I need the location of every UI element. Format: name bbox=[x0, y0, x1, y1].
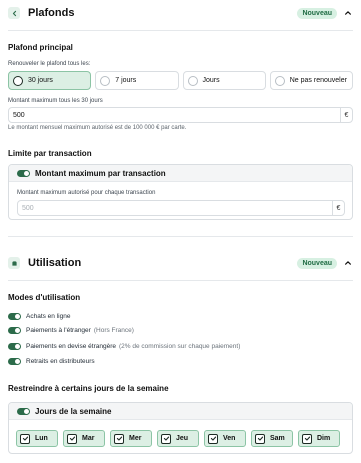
check-icon bbox=[208, 433, 218, 444]
day-checkbox-ven[interactable]: Ven bbox=[204, 430, 246, 447]
mode-label: Retraits en distributeurs bbox=[26, 358, 95, 365]
mode-sublabel: (Hors France) bbox=[93, 327, 134, 334]
mode-row: Retraits en distributeurs bbox=[8, 357, 95, 366]
mode-toggle-retraits[interactable] bbox=[8, 358, 21, 365]
renew-option-label: Jours bbox=[202, 77, 220, 84]
mode-row: Paiements à l'étranger (Hors France) bbox=[8, 326, 134, 335]
transaction-limit-card: Montant maximum par transaction Montant … bbox=[8, 164, 353, 220]
renew-options: 30 jours 7 jours Jours Ne pas renouveler bbox=[8, 71, 353, 90]
transaction-amount-field[interactable]: € bbox=[17, 200, 345, 216]
currency-suffix: € bbox=[332, 201, 344, 215]
amount-field[interactable]: 500 € bbox=[8, 107, 353, 123]
day-label: Jeu bbox=[176, 435, 189, 442]
check-icon bbox=[67, 433, 77, 444]
renew-label: Renouveler le plafond tous les: bbox=[8, 61, 91, 67]
new-badge: Nouveau bbox=[297, 257, 337, 269]
mode-label: Achats en ligne bbox=[26, 313, 71, 320]
mode-label: Paiements en devise étrangère bbox=[26, 343, 116, 350]
transaction-limit-title: Montant maximum par transaction bbox=[35, 168, 166, 178]
radio-icon bbox=[13, 75, 23, 86]
heading-limite-transaction: Limite par transaction bbox=[8, 149, 92, 158]
utilisation-header: Utilisation Nouveau bbox=[0, 250, 361, 276]
check-icon bbox=[161, 433, 171, 444]
day-label: Lun bbox=[35, 435, 48, 442]
transaction-field-label: Montant maximum autorisé pour chaque tra… bbox=[17, 190, 156, 196]
amount-hint: Le montant mensuel maximum autorisé est … bbox=[8, 125, 187, 131]
renew-option-label: 30 jours bbox=[28, 77, 53, 84]
mode-toggle-paiements-etranger[interactable] bbox=[8, 327, 21, 334]
divider bbox=[8, 30, 353, 31]
radio-icon bbox=[274, 75, 285, 86]
amount-value: 500 bbox=[13, 111, 25, 119]
day-checkbox-jeu[interactable]: Jeu bbox=[157, 430, 199, 447]
transaction-limit-card-header: Montant maximum par transaction bbox=[9, 165, 352, 182]
mode-sublabel: (2% de commission sur chaque paiement) bbox=[118, 343, 241, 350]
transaction-amount-input[interactable] bbox=[22, 204, 322, 212]
check-icon bbox=[302, 433, 312, 444]
heading-jours: Restreindre à certains jours de la semai… bbox=[8, 384, 169, 393]
renew-option-7-jours[interactable]: 7 jours bbox=[95, 71, 179, 90]
day-checkbox-lun[interactable]: Lun bbox=[16, 430, 58, 447]
radio-icon bbox=[187, 75, 198, 86]
heading-plafond-principal: Plafond principal bbox=[8, 43, 73, 52]
day-label: Sam bbox=[270, 435, 285, 442]
divider bbox=[8, 236, 353, 237]
renew-option-ne-pas-renouveler[interactable]: Ne pas renouveler bbox=[269, 71, 353, 90]
radio-icon bbox=[100, 75, 111, 86]
chevron-up-icon[interactable] bbox=[343, 258, 353, 268]
renew-option-jours[interactable]: Jours bbox=[182, 71, 266, 90]
day-checkbox-sam[interactable]: Sam bbox=[251, 430, 293, 447]
renew-option-label: Ne pas renouveler bbox=[289, 77, 347, 84]
chevron-up-icon[interactable] bbox=[343, 8, 353, 18]
plafonds-header: Plafonds Nouveau bbox=[0, 0, 361, 26]
wallet-icon bbox=[8, 257, 20, 269]
day-label: Dim bbox=[317, 435, 331, 442]
section-title-utilisation: Utilisation bbox=[28, 257, 82, 269]
currency-suffix: € bbox=[340, 108, 352, 122]
renew-option-label: 7 jours bbox=[115, 77, 137, 84]
section-title-plafonds: Plafonds bbox=[28, 7, 75, 19]
day-checkbox-mar[interactable]: Mar bbox=[63, 430, 105, 447]
divider bbox=[8, 280, 353, 281]
chevron-left-icon[interactable] bbox=[8, 7, 20, 19]
mode-toggle-achats-en-ligne[interactable] bbox=[8, 313, 21, 320]
mode-label: Paiements à l'étranger bbox=[26, 327, 91, 334]
days-card-title: Jours de la semaine bbox=[35, 406, 112, 416]
day-checkbox-dim[interactable]: Dim bbox=[298, 430, 340, 447]
days-row: Lun Mar Mer Jeu Ven Sam Dim bbox=[16, 430, 340, 447]
check-icon bbox=[20, 433, 30, 444]
heading-modes: Modes d'utilisation bbox=[8, 293, 81, 302]
check-icon bbox=[114, 433, 124, 444]
day-label: Ven bbox=[223, 435, 236, 442]
day-checkbox-mer[interactable]: Mer bbox=[110, 430, 152, 447]
mode-toggle-devise-etrangere[interactable] bbox=[8, 343, 21, 350]
day-label: Mer bbox=[129, 435, 142, 442]
check-icon bbox=[255, 433, 265, 444]
new-badge: Nouveau bbox=[297, 7, 337, 19]
days-toggle[interactable] bbox=[17, 407, 30, 415]
renew-option-30-jours[interactable]: 30 jours bbox=[8, 71, 92, 90]
mode-row: Paiements en devise étrangère (2% de com… bbox=[8, 342, 240, 351]
amount-label: Montant maximum tous les 30 jours bbox=[8, 98, 103, 104]
day-label: Mar bbox=[82, 435, 95, 442]
mode-row: Achats en ligne bbox=[8, 312, 70, 321]
transaction-limit-toggle[interactable] bbox=[17, 169, 30, 177]
days-card-header: Jours de la semaine bbox=[9, 403, 352, 420]
